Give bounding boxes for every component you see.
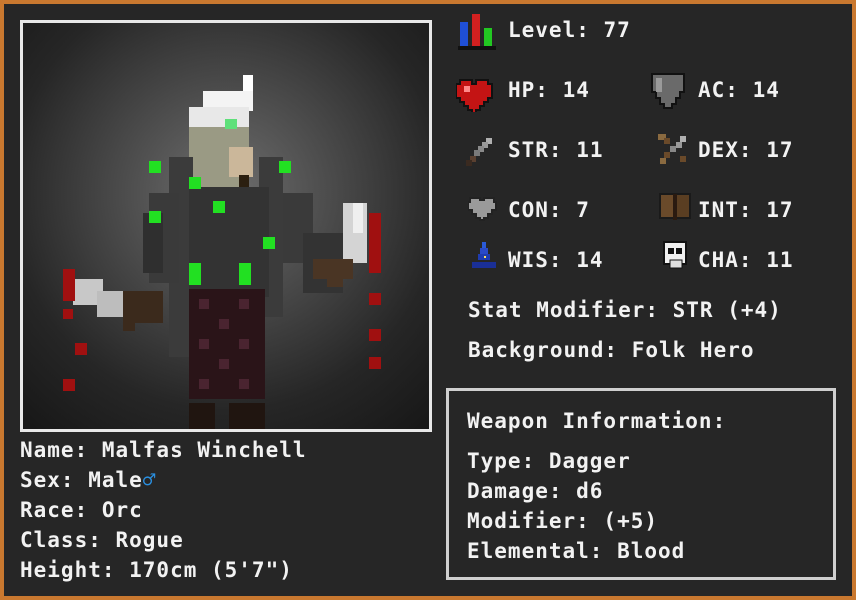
name-label: Name: Malfas Winchell [20,438,307,462]
sex-label: Sex: Male [20,468,143,492]
weapon-damage-label: Damage: d6 [467,479,604,503]
dex-label: DEX: 17 [698,138,794,162]
background-label: Background: Folk Hero [468,338,755,362]
race-label: Race: Orc [20,498,143,522]
weapon-info-title: Weapon Information: [467,409,727,433]
wizard-hat-icon [472,242,496,268]
level-label: Level: 77 [508,18,631,42]
weapon-info-box: Weapon Information: Type: Dagger Damage:… [446,388,836,580]
skull-mask-icon [663,241,687,269]
weapon-type-label: Type: Dagger [467,449,631,473]
str-label: STR: 11 [508,138,604,162]
class-label: Class: Rogue [20,528,184,552]
ac-label: AC: 14 [698,78,780,102]
weapon-elemental-label: Elemental: Blood [467,539,686,563]
wis-label: WIS: 14 [508,248,604,272]
sword-icon [466,138,492,166]
shield-icon [651,73,685,109]
int-label: INT: 17 [698,198,794,222]
bar-chart-icon [458,14,496,50]
weapon-modifier-label: Modifier: (+5) [467,509,659,533]
height-label: Height: 170cm (5'7") [20,558,293,582]
heart-icon [456,79,493,112]
male-symbol-icon: ♂ [142,468,157,492]
orc-rogue-sprite [63,75,381,429]
character-portrait [20,20,432,432]
sex-line: Sex: Male♂ [20,468,156,492]
gray-heart-icon [468,197,497,221]
character-card: Name: Malfas Winchell Sex: Male♂ Race: O… [4,4,852,596]
bow-icon [658,134,686,164]
cha-label: CHA: 11 [698,248,794,272]
hp-label: HP: 14 [508,78,590,102]
book-icon [659,193,691,220]
stat-modifier-label: Stat Modifier: STR (+4) [468,298,782,322]
con-label: CON: 7 [508,198,590,222]
